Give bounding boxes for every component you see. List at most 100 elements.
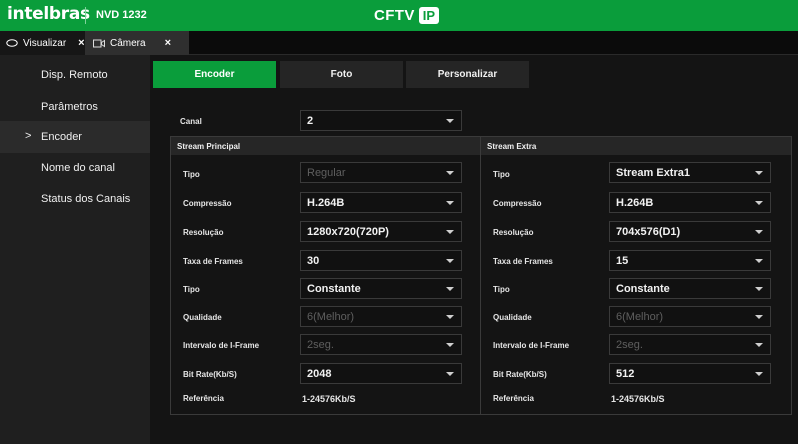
tab-bar: Visualizar × Câmera × [0, 31, 798, 55]
subtab-personalizar[interactable]: Personalizar [406, 61, 529, 88]
tab-camera[interactable]: Câmera × [85, 31, 189, 55]
referencia-label: Referência [493, 394, 534, 403]
sidebar-item-nome-do-canal[interactable]: Nome do canal [0, 152, 150, 184]
chevron-down-icon [755, 315, 763, 319]
extra-taxa-frames-select[interactable]: 15 [609, 250, 771, 271]
chevron-down-icon [755, 230, 763, 234]
row-label: Bit Rate(Kb/S) [493, 370, 547, 379]
select-value: 512 [616, 367, 635, 380]
row-label: Tipo [183, 285, 200, 294]
chevron-down-icon [446, 287, 454, 291]
referencia-value: 1-24576Kb/S [611, 394, 665, 404]
canal-select[interactable]: 2 [300, 110, 462, 131]
ip-badge: IP [418, 6, 440, 24]
extra-tipo-bitrate-select[interactable]: Constante [609, 278, 771, 299]
select-value: 30 [307, 254, 320, 267]
select-value: H.264B [307, 196, 345, 209]
select-value: Constante [307, 282, 361, 295]
principal-tipo-select[interactable]: Regular [300, 162, 462, 183]
row-label: Intervalo de I-Frame [183, 341, 260, 350]
extra-qualidade-select[interactable]: 6(Melhor) [609, 306, 771, 327]
brand-logo: intelbras [7, 4, 90, 24]
principal-resolucao-select[interactable]: 1280x720(720P) [300, 221, 462, 242]
select-value: 2seg. [616, 338, 643, 351]
chevron-down-icon [446, 343, 454, 347]
chevron-down-icon [446, 259, 454, 263]
principal-taxa-frames-select[interactable]: 30 [300, 250, 462, 271]
extra-resolucao-select[interactable]: 704x576(D1) [609, 221, 771, 242]
chevron-down-icon [755, 287, 763, 291]
canal-value: 2 [307, 114, 314, 127]
eye-icon [6, 37, 18, 49]
select-value: Stream Extra1 [616, 166, 690, 179]
principal-bitrate-select[interactable]: 2048 [300, 363, 462, 384]
logo-divider [85, 7, 86, 24]
chevron-down-icon [755, 259, 763, 263]
principal-iframe-select[interactable]: 2seg. [300, 334, 462, 355]
row-label: Qualidade [493, 313, 532, 322]
close-icon[interactable]: × [78, 37, 84, 49]
extra-bitrate-select[interactable]: 512 [609, 363, 771, 384]
chevron-down-icon [755, 171, 763, 175]
select-value: 2048 [307, 367, 332, 380]
row-label: Taxa de Frames [493, 257, 553, 266]
row-label: Tipo [493, 170, 510, 179]
extra-compressao-select[interactable]: H.264B [609, 192, 771, 213]
cftv-title: CFTV [374, 6, 415, 24]
row-label: Bit Rate(Kb/S) [183, 370, 237, 379]
tab-visualizar[interactable]: Visualizar × [0, 31, 85, 55]
select-value: 6(Melhor) [616, 310, 664, 323]
referencia-value: 1-24576Kb/S [302, 394, 356, 404]
referencia-label: Referência [183, 394, 224, 403]
subtab-label: Foto [330, 69, 353, 80]
select-value: 1280x720(720P) [307, 225, 389, 238]
principal-compressao-select[interactable]: H.264B [300, 192, 462, 213]
stream-extra-panel: Stream Extra Tipo Stream Extra1 Compress… [480, 136, 792, 415]
chevron-down-icon [755, 372, 763, 376]
select-value: 704x576(D1) [616, 225, 681, 238]
chevron-right-icon: > [25, 130, 32, 142]
camera-icon [93, 37, 105, 49]
extra-iframe-select[interactable]: 2seg. [609, 334, 771, 355]
stream-principal-panel: Stream Principal Tipo Regular Compressão… [170, 136, 481, 415]
principal-qualidade-select[interactable]: 6(Melhor) [300, 306, 462, 327]
sidebar-item-label: Disp. Remoto [41, 69, 108, 81]
row-label: Compressão [183, 199, 232, 208]
chevron-down-icon [446, 201, 454, 205]
chevron-down-icon [446, 372, 454, 376]
device-model: NVD 1232 [96, 9, 147, 21]
principal-tipo-bitrate-select[interactable]: Constante [300, 278, 462, 299]
row-label: Taxa de Frames [183, 257, 243, 266]
main-content: Encoder Foto Personalizar Canal 2 Stream… [150, 55, 798, 444]
cftv-logo: CFTV IP [374, 5, 440, 25]
sidebar-item-status-dos-canais[interactable]: Status dos Canais [0, 183, 150, 215]
chevron-down-icon [446, 119, 454, 123]
subtab-foto[interactable]: Foto [280, 61, 403, 88]
row-label: Tipo [183, 170, 200, 179]
subtab-label: Encoder [194, 69, 235, 80]
row-label: Compressão [493, 199, 542, 208]
sidebar: Disp. Remoto Parâmetros > Encoder Nome d… [0, 55, 150, 444]
sidebar-item-disp-remoto[interactable]: Disp. Remoto [0, 59, 150, 91]
sidebar-item-label: Status dos Canais [41, 193, 131, 205]
panel-title: Stream Extra [481, 137, 791, 155]
sidebar-item-encoder[interactable]: > Encoder [0, 121, 150, 153]
subtab-encoder[interactable]: Encoder [153, 61, 276, 88]
extra-tipo-select[interactable]: Stream Extra1 [609, 162, 771, 183]
row-label: Resolução [183, 228, 224, 237]
subtab-label: Personalizar [437, 69, 498, 80]
chevron-down-icon [446, 315, 454, 319]
canal-label: Canal [180, 117, 202, 126]
chevron-down-icon [755, 343, 763, 347]
panel-title: Stream Principal [171, 137, 480, 155]
select-value: H.264B [616, 196, 654, 209]
row-label: Qualidade [183, 313, 222, 322]
close-icon[interactable]: × [165, 37, 171, 49]
sidebar-item-label: Parâmetros [41, 101, 98, 113]
select-value: 2seg. [307, 338, 334, 351]
row-label: Tipo [493, 285, 510, 294]
sidebar-item-parametros[interactable]: Parâmetros [0, 91, 150, 123]
row-label: Intervalo de I-Frame [493, 341, 570, 350]
sidebar-item-label: Nome do canal [41, 162, 115, 174]
select-value: 15 [616, 254, 629, 267]
